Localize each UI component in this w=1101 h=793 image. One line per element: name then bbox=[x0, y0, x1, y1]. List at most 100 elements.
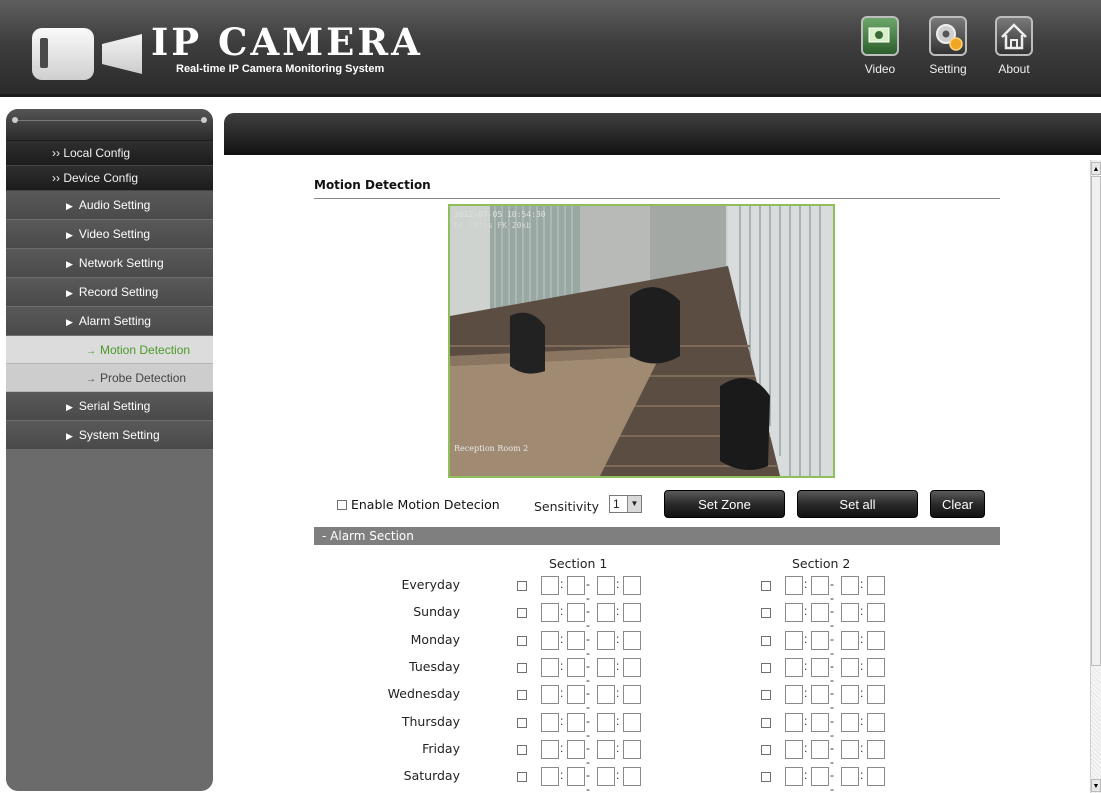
section-enable-checkbox[interactable] bbox=[761, 608, 771, 619]
start-minute-input[interactable] bbox=[567, 739, 585, 759]
end-minute-input[interactable] bbox=[623, 630, 641, 650]
start-minute-input[interactable] bbox=[567, 603, 585, 623]
section-enable-checkbox[interactable] bbox=[517, 717, 527, 728]
start-hour-input[interactable] bbox=[541, 603, 559, 623]
start-hour-input[interactable] bbox=[541, 739, 559, 759]
start-hour-input[interactable] bbox=[785, 603, 803, 623]
end-minute-input[interactable] bbox=[623, 739, 641, 759]
section-enable-checkbox[interactable] bbox=[761, 772, 771, 783]
end-hour-input[interactable] bbox=[841, 576, 859, 595]
enable-motion-checkbox[interactable] bbox=[337, 500, 347, 510]
nav-about[interactable]: About bbox=[988, 16, 1040, 76]
start-hour-input[interactable] bbox=[541, 657, 559, 677]
section-enable-checkbox[interactable] bbox=[517, 581, 527, 591]
start-hour-input[interactable] bbox=[785, 630, 803, 650]
start-minute-input[interactable] bbox=[811, 576, 829, 595]
end-hour-input[interactable] bbox=[597, 576, 615, 595]
sidebar-subitem-probe-detection[interactable]: → Probe Detection bbox=[6, 364, 213, 392]
nav-video[interactable]: Video bbox=[854, 16, 906, 76]
start-hour-input[interactable] bbox=[541, 712, 559, 732]
end-hour-input[interactable] bbox=[597, 739, 615, 759]
end-minute-input[interactable] bbox=[867, 630, 885, 650]
end-hour-input[interactable] bbox=[597, 712, 615, 732]
end-minute-input[interactable] bbox=[867, 657, 885, 677]
sidebar-item-video-setting[interactable]: ▶ Video Setting bbox=[6, 220, 213, 249]
sidebar-group-device-config[interactable]: ›› Device Config bbox=[6, 166, 213, 191]
start-minute-input[interactable] bbox=[567, 712, 585, 732]
end-hour-input[interactable] bbox=[597, 630, 615, 650]
start-minute-input[interactable] bbox=[811, 630, 829, 650]
section-enable-checkbox[interactable] bbox=[761, 635, 771, 646]
end-hour-input[interactable] bbox=[597, 685, 615, 705]
start-minute-input[interactable] bbox=[567, 576, 585, 595]
start-minute-input[interactable] bbox=[811, 739, 829, 759]
start-hour-input[interactable] bbox=[541, 767, 559, 787]
section-enable-checkbox[interactable] bbox=[761, 690, 771, 701]
start-hour-input[interactable] bbox=[785, 767, 803, 787]
start-hour-input[interactable] bbox=[785, 739, 803, 759]
end-minute-input[interactable] bbox=[867, 576, 885, 595]
end-minute-input[interactable] bbox=[623, 603, 641, 623]
end-hour-input[interactable] bbox=[597, 657, 615, 677]
start-minute-input[interactable] bbox=[811, 712, 829, 732]
start-hour-input[interactable] bbox=[785, 712, 803, 732]
section-enable-checkbox[interactable] bbox=[517, 635, 527, 646]
end-minute-input[interactable] bbox=[623, 576, 641, 595]
sidebar-item-network-setting[interactable]: ▶ Network Setting bbox=[6, 249, 213, 278]
alarm-section-header[interactable]: - Alarm Section bbox=[314, 527, 1000, 545]
sidebar-item-record-setting[interactable]: ▶ Record Setting bbox=[6, 278, 213, 307]
end-hour-input[interactable] bbox=[841, 712, 859, 732]
end-hour-input[interactable] bbox=[841, 657, 859, 677]
start-hour-input[interactable] bbox=[785, 576, 803, 595]
start-minute-input[interactable] bbox=[567, 630, 585, 650]
sidebar-item-system-setting[interactable]: ▶ System Setting bbox=[6, 421, 213, 450]
start-minute-input[interactable] bbox=[811, 657, 829, 677]
end-minute-input[interactable] bbox=[867, 685, 885, 705]
end-minute-input[interactable] bbox=[623, 712, 641, 732]
sidebar-item-alarm-setting[interactable]: ▶ Alarm Setting bbox=[6, 307, 213, 336]
start-minute-input[interactable] bbox=[567, 657, 585, 677]
end-hour-input[interactable] bbox=[597, 603, 615, 623]
scroll-up-arrow-icon[interactable]: ▲ bbox=[1091, 162, 1101, 175]
end-hour-input[interactable] bbox=[841, 685, 859, 705]
set-zone-button[interactable]: Set Zone bbox=[664, 490, 785, 518]
section-enable-checkbox[interactable] bbox=[517, 608, 527, 619]
start-hour-input[interactable] bbox=[785, 685, 803, 705]
section-enable-checkbox[interactable] bbox=[761, 662, 771, 673]
start-hour-input[interactable] bbox=[541, 630, 559, 650]
sidebar-subitem-motion-detection[interactable]: → Motion Detection bbox=[6, 336, 213, 364]
start-minute-input[interactable] bbox=[811, 685, 829, 705]
end-hour-input[interactable] bbox=[841, 630, 859, 650]
sidebar-group-local-config[interactable]: ›› Local Config bbox=[6, 141, 213, 166]
end-hour-input[interactable] bbox=[841, 603, 859, 623]
scroll-down-arrow-icon[interactable]: ▼ bbox=[1091, 779, 1101, 792]
section-enable-checkbox[interactable] bbox=[761, 744, 771, 755]
start-minute-input[interactable] bbox=[811, 767, 829, 787]
enable-motion-detection[interactable]: Enable Motion Detecion bbox=[337, 497, 500, 512]
sidebar-item-serial-setting[interactable]: ▶ Serial Setting bbox=[6, 392, 213, 421]
end-minute-input[interactable] bbox=[867, 767, 885, 787]
section-enable-checkbox[interactable] bbox=[761, 581, 771, 591]
end-hour-input[interactable] bbox=[841, 767, 859, 787]
set-all-button[interactable]: Set all bbox=[797, 490, 918, 518]
end-minute-input[interactable] bbox=[867, 603, 885, 623]
section-enable-checkbox[interactable] bbox=[761, 717, 771, 728]
sidebar-item-audio-setting[interactable]: ▶ Audio Setting bbox=[6, 191, 213, 220]
scrollbar-thumb[interactable] bbox=[1091, 176, 1101, 666]
camera-preview[interactable]: 2012-07-05 10:54:30 FK 25fps FK 20kb Rec… bbox=[448, 204, 835, 478]
start-minute-input[interactable] bbox=[567, 767, 585, 787]
end-minute-input[interactable] bbox=[623, 685, 641, 705]
end-minute-input[interactable] bbox=[867, 712, 885, 732]
clear-button[interactable]: Clear bbox=[930, 490, 985, 518]
end-minute-input[interactable] bbox=[623, 767, 641, 787]
end-minute-input[interactable] bbox=[867, 739, 885, 759]
section-enable-checkbox[interactable] bbox=[517, 690, 527, 701]
end-hour-input[interactable] bbox=[597, 767, 615, 787]
end-minute-input[interactable] bbox=[623, 657, 641, 677]
start-minute-input[interactable] bbox=[567, 685, 585, 705]
start-minute-input[interactable] bbox=[811, 603, 829, 623]
start-hour-input[interactable] bbox=[541, 685, 559, 705]
sensitivity-select[interactable]: 1 ▼ bbox=[609, 495, 642, 513]
section-enable-checkbox[interactable] bbox=[517, 772, 527, 783]
section-enable-checkbox[interactable] bbox=[517, 744, 527, 755]
